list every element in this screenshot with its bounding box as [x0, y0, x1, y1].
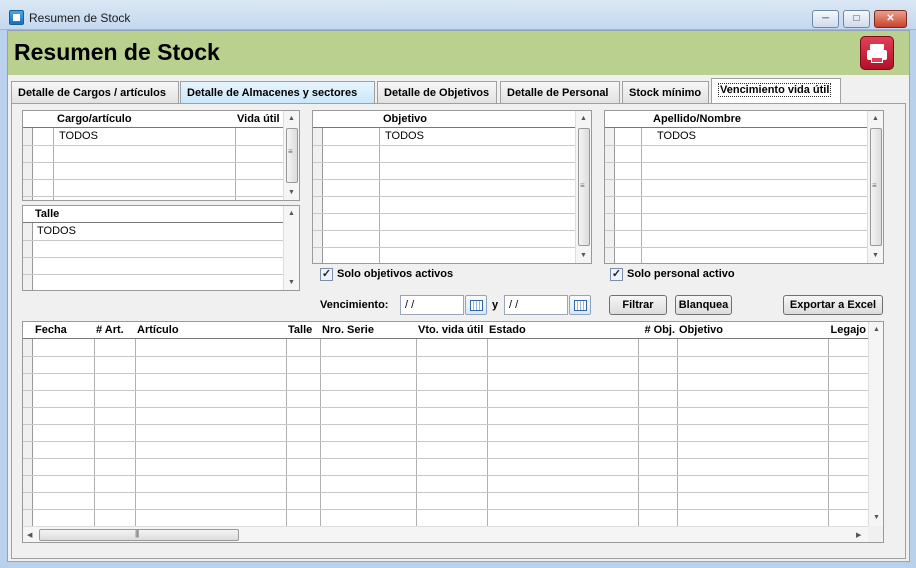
scroll-down-icon[interactable]: ▼ — [872, 252, 879, 259]
scroll-up-icon[interactable]: ▲ — [288, 210, 295, 217]
calendar-icon — [470, 300, 483, 311]
cargo-row-todos[interactable]: TODOS — [55, 130, 98, 142]
talle-column-header: Talle — [35, 208, 60, 220]
col-nro-serie[interactable]: Nro. Serie — [320, 322, 416, 339]
cargo-column-header: Cargo/artículo — [57, 113, 132, 125]
vencimiento-label: Vencimiento: — [320, 299, 389, 311]
personal-grid-scrollbar[interactable]: ▲ ≡ ▼ — [867, 111, 883, 263]
results-grid-vscrollbar[interactable]: ▲ ▼ — [868, 322, 883, 527]
col-objetivo[interactable]: Objetivo — [677, 322, 827, 339]
date-to-calendar-button[interactable] — [569, 295, 591, 315]
scroll-up-icon[interactable]: ▲ — [580, 115, 587, 122]
scroll-down-icon[interactable]: ▼ — [288, 189, 295, 196]
tab-panel-vencimiento: Cargo/artículo Vida útil TODOS ▲ ≡ ▼ Tal… — [11, 103, 906, 559]
col-fecha[interactable]: Fecha — [33, 322, 93, 339]
window-titlebar: Resumen de Stock ─ □ ✕ — [0, 0, 916, 30]
cargo-grid[interactable]: Cargo/artículo Vida útil TODOS ▲ ≡ ▼ — [22, 110, 300, 201]
personal-row-todos[interactable]: TODOS — [653, 130, 696, 142]
objetivo-column-header: Objetivo — [383, 113, 428, 125]
col-num-obj[interactable]: # Obj. — [637, 322, 677, 339]
col-vto-vida-util[interactable]: Vto. vida útil — [416, 322, 487, 339]
header-band: Resumen de Stock — [8, 31, 909, 75]
col-legajo[interactable]: Legajo — [828, 322, 868, 339]
minimize-button[interactable]: ─ — [812, 10, 839, 28]
scroll-up-icon[interactable]: ▲ — [872, 115, 879, 122]
tab-vencimiento[interactable]: Vencimiento vida útil — [711, 78, 841, 103]
talle-grid[interactable]: Talle TODOS ▲ ▼ — [22, 205, 300, 291]
solo-objetivos-checkbox[interactable]: ✓ — [320, 268, 333, 281]
date-to-input[interactable]: / / — [504, 295, 568, 315]
cargo-grid-scrollbar[interactable]: ▲ ≡ ▼ — [283, 111, 299, 200]
blanquea-button[interactable]: Blanquea — [675, 295, 732, 315]
exportar-excel-button[interactable]: Exportar a Excel — [783, 295, 883, 315]
solo-personal-label: Solo personal activo — [627, 268, 735, 280]
talle-row-todos[interactable]: TODOS — [33, 225, 76, 237]
col-articulo[interactable]: Artículo — [135, 322, 285, 339]
objetivo-grid-scrollbar[interactable]: ▲ ≡ ▼ — [575, 111, 591, 263]
scroll-up-icon[interactable]: ▲ — [873, 326, 880, 333]
window-client: Resumen de Stock Detalle de Cargos / art… — [7, 30, 910, 562]
page-title: Resumen de Stock — [14, 39, 220, 65]
scroll-left-icon[interactable]: ◀ — [27, 531, 32, 539]
date-from-calendar-button[interactable] — [465, 295, 487, 315]
window-title: Resumen de Stock — [29, 11, 131, 25]
scroll-right-icon[interactable]: ▶ — [856, 531, 861, 539]
app-icon — [9, 10, 24, 25]
solo-objetivos-label: Solo objetivos activos — [337, 268, 454, 280]
vida-util-column-header: Vida útil — [237, 113, 280, 125]
scroll-down-icon[interactable]: ▼ — [580, 252, 587, 259]
tab-vencimiento-label: Vencimiento vida útil — [718, 83, 832, 97]
tab-cargos[interactable]: Detalle de Cargos / artículos — [11, 81, 179, 103]
col-num-art[interactable]: # Art. — [94, 322, 135, 339]
tab-almacenes[interactable]: Detalle de Almacenes y sectores — [180, 81, 375, 103]
tab-stock-minimo[interactable]: Stock mínimo — [622, 81, 709, 103]
date-from-input[interactable]: / / — [400, 295, 464, 315]
objetivo-row-todos[interactable]: TODOS — [381, 130, 424, 142]
objetivo-grid[interactable]: Objetivo TODOS ▲ ≡ ▼ — [312, 110, 592, 264]
talle-grid-scrollbar[interactable]: ▲ ▼ — [283, 206, 299, 290]
calendar-icon — [574, 300, 587, 311]
filtrar-button[interactable]: Filtrar — [609, 295, 667, 315]
close-button[interactable]: ✕ — [874, 10, 907, 28]
tab-personal[interactable]: Detalle de Personal — [500, 81, 620, 103]
personal-grid[interactable]: Apellido/Nombre TODOS ▲ ≡ ▼ — [604, 110, 884, 264]
results-grid[interactable]: Fecha # Art. Artículo Talle Nro. Serie V… — [22, 321, 884, 543]
col-talle[interactable]: Talle — [286, 322, 320, 339]
tab-objetivos[interactable]: Detalle de Objetivos — [377, 81, 497, 103]
results-grid-hscrollbar[interactable]: ◀ ||| ▶ — [23, 526, 868, 542]
and-label: y — [492, 299, 499, 311]
print-button[interactable] — [860, 36, 894, 70]
maximize-button[interactable]: □ — [843, 10, 870, 28]
scroll-down-icon[interactable]: ▼ — [288, 279, 295, 286]
solo-personal-checkbox[interactable]: ✓ — [610, 268, 623, 281]
scroll-down-icon[interactable]: ▼ — [873, 514, 880, 521]
col-estado[interactable]: Estado — [487, 322, 637, 339]
tab-strip: Detalle de Cargos / artículos Detalle de… — [8, 78, 909, 104]
apellido-nombre-column-header: Apellido/Nombre — [653, 113, 742, 125]
scroll-up-icon[interactable]: ▲ — [288, 115, 295, 122]
